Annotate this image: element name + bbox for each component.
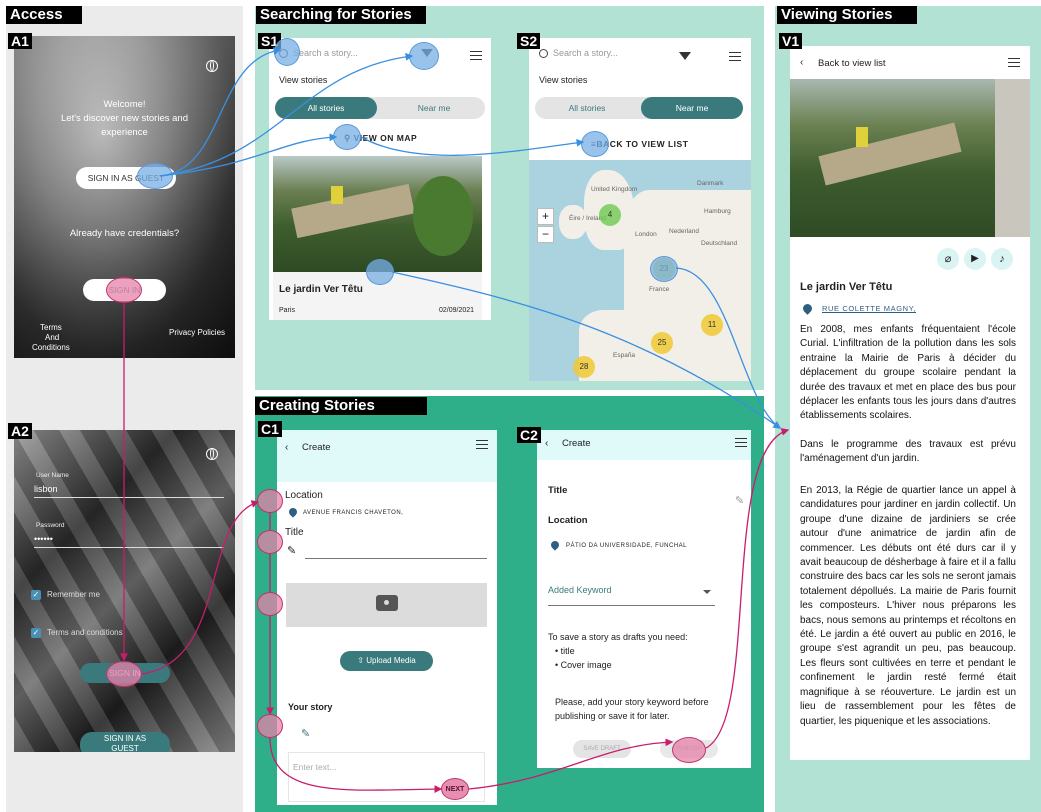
- arrow-guest-to-filter: [159, 52, 414, 177]
- arrow-map-to-list: [360, 136, 585, 156]
- arrow-publish-to-view: [705, 428, 790, 749]
- arrow-next-to-publish: [468, 738, 674, 790]
- arrow-cluster-to-view: [675, 267, 782, 429]
- arrow-story-to-next: [269, 737, 443, 793]
- flow-arrows: [120, 47, 790, 793]
- arrow-guest-to-search: [159, 47, 282, 177]
- arrow-story-to-view: [391, 271, 782, 429]
- blue-flow-lines: [159, 47, 782, 429]
- arrow-guest-to-map: [159, 133, 338, 177]
- arrow-a2-to-create: [141, 500, 260, 675]
- pink-flow-lines: [120, 302, 790, 793]
